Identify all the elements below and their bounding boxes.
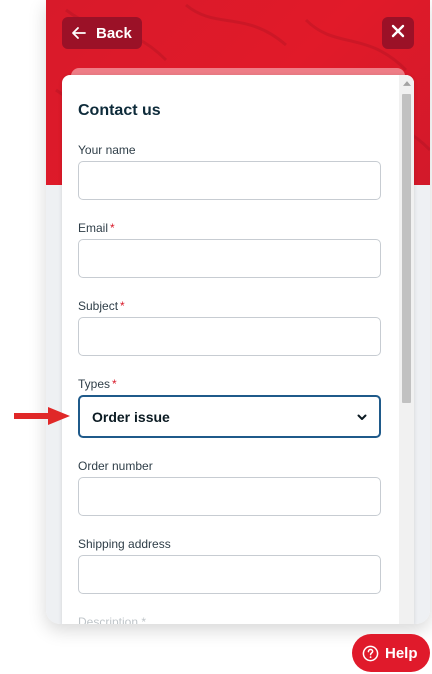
order-number-field[interactable] [78,477,381,516]
order-number-label: Order number [78,459,153,473]
subject-label-text: Subject [78,299,119,313]
chevron-down-icon [355,410,369,424]
order-number-label-text: Order number [78,459,153,473]
types-selected-value: Order issue [92,408,170,425]
question-circle-icon [362,645,379,662]
scrollbar[interactable] [399,75,414,624]
name-label: Your name [78,143,136,157]
arrow-left-icon [71,25,87,41]
required-mark: * [112,377,117,391]
form-title: Contact us [78,102,161,119]
shipping-address-label: Shipping address [78,537,171,551]
contact-widget: Back Contact us Your name Email * Subject… [46,0,430,624]
shipping-address-field[interactable] [78,555,381,594]
email-label-text: Email [78,221,109,235]
scrollbar-thumb[interactable] [402,94,411,403]
contact-form-card: Contact us Your name Email * Subject * Typ… [62,75,414,624]
help-button-label: Help [385,644,418,662]
required-mark: * [110,221,115,235]
types-select[interactable]: Order issue [78,395,381,438]
name-label-text: Your name [78,143,136,157]
pointer-arrow-icon [14,407,70,425]
email-label: Email * [78,221,115,235]
scroll-up-arrow-icon[interactable] [399,81,414,91]
close-button[interactable] [382,17,414,49]
subject-field[interactable] [78,317,381,356]
back-button-label: Back [96,24,132,42]
back-button[interactable]: Back [62,17,142,49]
subject-label: Subject * [78,299,125,313]
name-field[interactable] [78,161,381,200]
description-label-text: Description [78,615,139,624]
shipping-address-label-text: Shipping address [78,537,171,551]
close-icon [391,24,405,43]
email-field[interactable] [78,239,381,278]
description-label: Description * [78,615,146,624]
required-mark: * [141,615,147,624]
required-mark: * [120,299,125,313]
help-button[interactable]: Help [352,634,430,672]
types-label-text: Types [78,377,111,391]
types-label: Types * [78,377,117,391]
